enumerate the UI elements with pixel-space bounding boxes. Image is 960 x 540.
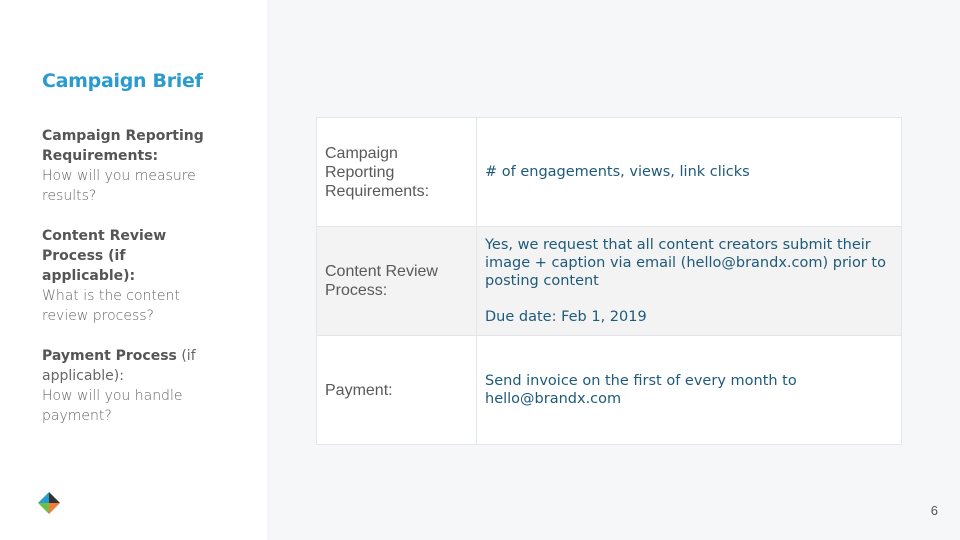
sidebar-panel: Campaign Brief Campaign Reporting Requir… bbox=[0, 0, 267, 540]
sidebar-notes: Campaign Reporting Requirements: How wil… bbox=[42, 126, 222, 446]
row-value-text: Send invoice on the first of every month… bbox=[485, 373, 797, 407]
row-label: Campaign Reporting Requirements: bbox=[316, 117, 477, 227]
row-value-text: Yes, we request that all content creator… bbox=[485, 237, 886, 289]
brand-logo-icon bbox=[38, 492, 60, 514]
row-value: # of engagements, views, link clicks bbox=[476, 117, 902, 227]
sidebar-block-heading: Payment Process bbox=[42, 348, 177, 364]
table-row: Campaign Reporting Requirements: # of en… bbox=[316, 117, 902, 227]
sidebar-block-question: What is the content review process? bbox=[42, 288, 180, 324]
slide-title: Campaign Brief bbox=[42, 70, 203, 92]
sidebar-block-review: Content Review Process (if applicable): … bbox=[42, 226, 222, 326]
row-label: Content Review Process: bbox=[316, 226, 477, 336]
table-row: Content Review Process: Yes, we request … bbox=[316, 226, 902, 336]
table-row: Payment: Send invoice on the first of ev… bbox=[316, 335, 902, 445]
row-value: Send invoice on the first of every month… bbox=[476, 335, 902, 445]
row-value-due-date: Due date: Feb 1, 2019 bbox=[485, 309, 647, 325]
row-value-text: # of engagements, views, link clicks bbox=[485, 164, 750, 180]
row-label: Payment: bbox=[316, 335, 477, 445]
sidebar-block-heading: Campaign Reporting Requirements: bbox=[42, 128, 204, 164]
sidebar-block-question: How will you handle payment? bbox=[42, 388, 183, 424]
sidebar-block-heading: Content Review Process (if applicable): bbox=[42, 228, 167, 284]
page-number: 6 bbox=[930, 503, 938, 518]
sidebar-block-question: How will you measure results? bbox=[42, 168, 196, 204]
sidebar-block-payment: Payment Process (if applicable): How wil… bbox=[42, 346, 222, 426]
campaign-brief-table: Campaign Reporting Requirements: # of en… bbox=[316, 117, 902, 445]
row-value: Yes, we request that all content creator… bbox=[476, 226, 902, 336]
sidebar-block-reporting: Campaign Reporting Requirements: How wil… bbox=[42, 126, 222, 206]
